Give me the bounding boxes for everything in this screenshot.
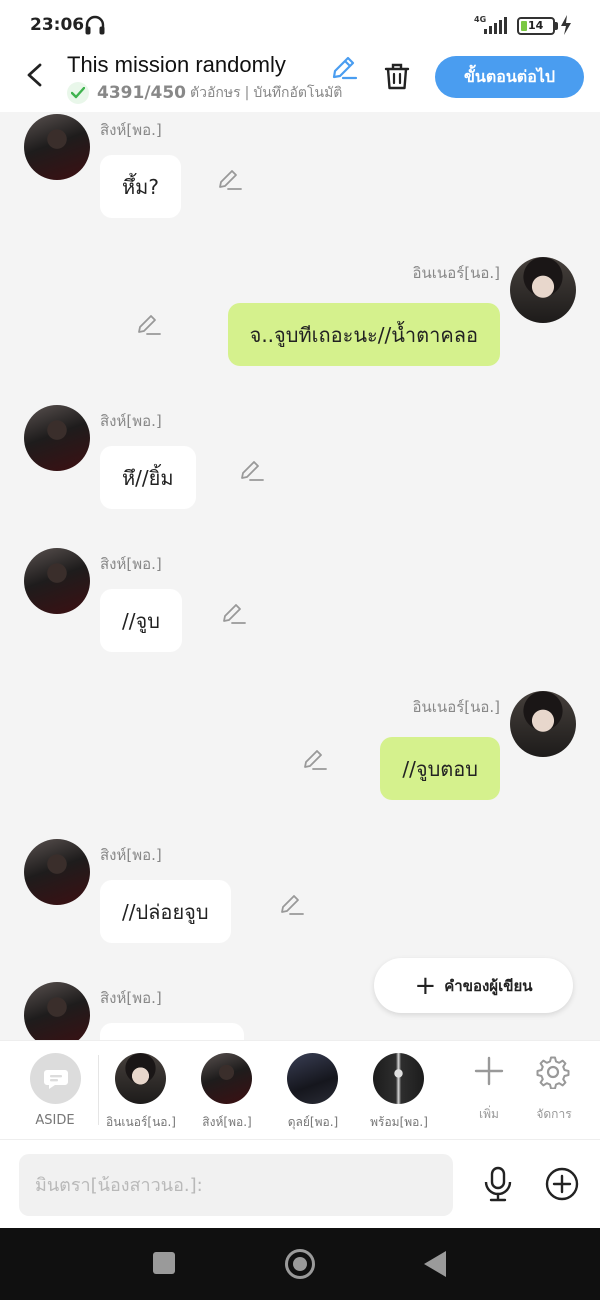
status-time: 23:06 bbox=[30, 15, 85, 35]
speaker-name: สิงห์[พอ.] bbox=[100, 121, 162, 139]
story-title[interactable]: This mission randomly bbox=[67, 52, 329, 78]
edit-pencil-icon[interactable] bbox=[302, 746, 328, 772]
story-meta: 4391/450 ตัวอักษร | บันทึกอัตโนมัติ bbox=[67, 82, 342, 104]
character-avatar[interactable] bbox=[287, 1053, 338, 1104]
avatar[interactable] bbox=[24, 405, 90, 471]
home-icon[interactable] bbox=[285, 1249, 315, 1279]
meta-separator: | bbox=[244, 85, 250, 101]
character-avatar[interactable] bbox=[201, 1053, 252, 1104]
plus-icon: + bbox=[414, 970, 437, 1001]
avatar[interactable] bbox=[510, 257, 576, 323]
speaker-name: อินเนอร์[นอ.] bbox=[412, 698, 500, 716]
check-icon bbox=[67, 82, 89, 104]
avatar[interactable] bbox=[24, 114, 90, 180]
edit-pencil-icon[interactable] bbox=[217, 166, 243, 192]
trash-icon[interactable] bbox=[383, 61, 411, 91]
battery-tip bbox=[555, 22, 558, 30]
status-bar: 23:06 4G 14 bbox=[0, 0, 600, 50]
message-bubble[interactable]: จ..จูบทีเถอะนะ//น้ำตาคลอ bbox=[227, 303, 500, 366]
battery-level: 14 bbox=[528, 19, 544, 32]
aside-icon bbox=[43, 1069, 68, 1089]
character-avatar[interactable] bbox=[373, 1053, 424, 1104]
battery-icon: 14 bbox=[517, 17, 555, 35]
message-bubble[interactable]: หึ//ยิ้ม bbox=[100, 446, 196, 509]
message-bubble[interactable]: //จูบตอบ bbox=[380, 737, 500, 800]
character-count: 4391/450 bbox=[97, 83, 187, 103]
avatar[interactable] bbox=[24, 982, 90, 1040]
character-label: พร้อม[พอ.] bbox=[370, 1115, 428, 1129]
aside-button[interactable] bbox=[30, 1053, 81, 1104]
add-character-label: เพิ่ม bbox=[479, 1107, 499, 1121]
chat-area[interactable]: สิงห์[พอ.] หึ้ม? อินเนอร์[นอ.] จ..จูบทีเ… bbox=[0, 112, 600, 1040]
message-bubble[interactable]: //จูบ bbox=[100, 589, 182, 652]
speaker-name: สิงห์[พอ.] bbox=[100, 412, 162, 430]
message-bubble[interactable] bbox=[100, 1023, 244, 1040]
character-label: อินเนอร์[นอ.] bbox=[106, 1115, 176, 1129]
avatar[interactable] bbox=[24, 839, 90, 905]
message-bubble[interactable]: //ปล่อยจูบ bbox=[100, 880, 231, 943]
input-bar bbox=[0, 1139, 600, 1228]
next-step-button[interactable]: ขั้นตอนต่อไป bbox=[435, 56, 584, 98]
recent-apps-icon[interactable] bbox=[153, 1252, 175, 1274]
character-avatar[interactable] bbox=[115, 1053, 166, 1104]
gear-icon[interactable] bbox=[536, 1055, 570, 1089]
add-circle-icon[interactable] bbox=[545, 1167, 579, 1201]
avatar[interactable] bbox=[24, 548, 90, 614]
avatar[interactable] bbox=[510, 691, 576, 757]
edit-title-pencil-icon[interactable] bbox=[330, 53, 358, 81]
add-character-icon[interactable] bbox=[473, 1055, 505, 1087]
charging-icon bbox=[561, 15, 571, 35]
edit-pencil-icon[interactable] bbox=[279, 891, 305, 917]
editor-header: This mission randomly 4391/450 ตัวอักษร … bbox=[0, 50, 600, 112]
character-count-unit: ตัวอักษร bbox=[190, 85, 241, 101]
back-arrow-icon[interactable] bbox=[22, 60, 48, 90]
microphone-icon[interactable] bbox=[482, 1166, 514, 1202]
speaker-name: สิงห์[พอ.] bbox=[100, 846, 162, 864]
edit-pencil-icon[interactable] bbox=[136, 311, 162, 337]
speaker-name: อินเนอร์[นอ.] bbox=[412, 264, 500, 282]
message-bubble[interactable]: หึ้ม? bbox=[100, 155, 181, 218]
nav-back-icon[interactable] bbox=[424, 1251, 446, 1277]
character-label: สิงห์[พอ.] bbox=[202, 1115, 252, 1129]
svg-text:4G: 4G bbox=[474, 15, 486, 24]
headphones-icon bbox=[85, 15, 105, 35]
signal-icon: 4G bbox=[474, 15, 507, 34]
edit-pencil-icon[interactable] bbox=[221, 600, 247, 626]
speaker-name: สิงห์[พอ.] bbox=[100, 555, 162, 573]
author-note-label: คำของผู้เขียน bbox=[444, 976, 533, 995]
edit-pencil-icon[interactable] bbox=[239, 457, 265, 483]
system-nav-bar bbox=[0, 1228, 600, 1300]
speaker-name: สิงห์[พอ.] bbox=[100, 989, 162, 1007]
character-bar: ASIDE อินเนอร์[นอ.] สิงห์[พอ.] ดุลย์[พอ.… bbox=[0, 1040, 600, 1139]
message-input[interactable] bbox=[19, 1154, 453, 1216]
author-note-button[interactable]: + คำของผู้เขียน bbox=[374, 958, 573, 1013]
character-label: ดุลย์[พอ.] bbox=[287, 1115, 339, 1129]
aside-label: ASIDE bbox=[35, 1113, 75, 1128]
manage-label: จัดการ bbox=[536, 1107, 572, 1121]
autosave-status: บันทึกอัตโนมัติ bbox=[253, 85, 343, 101]
